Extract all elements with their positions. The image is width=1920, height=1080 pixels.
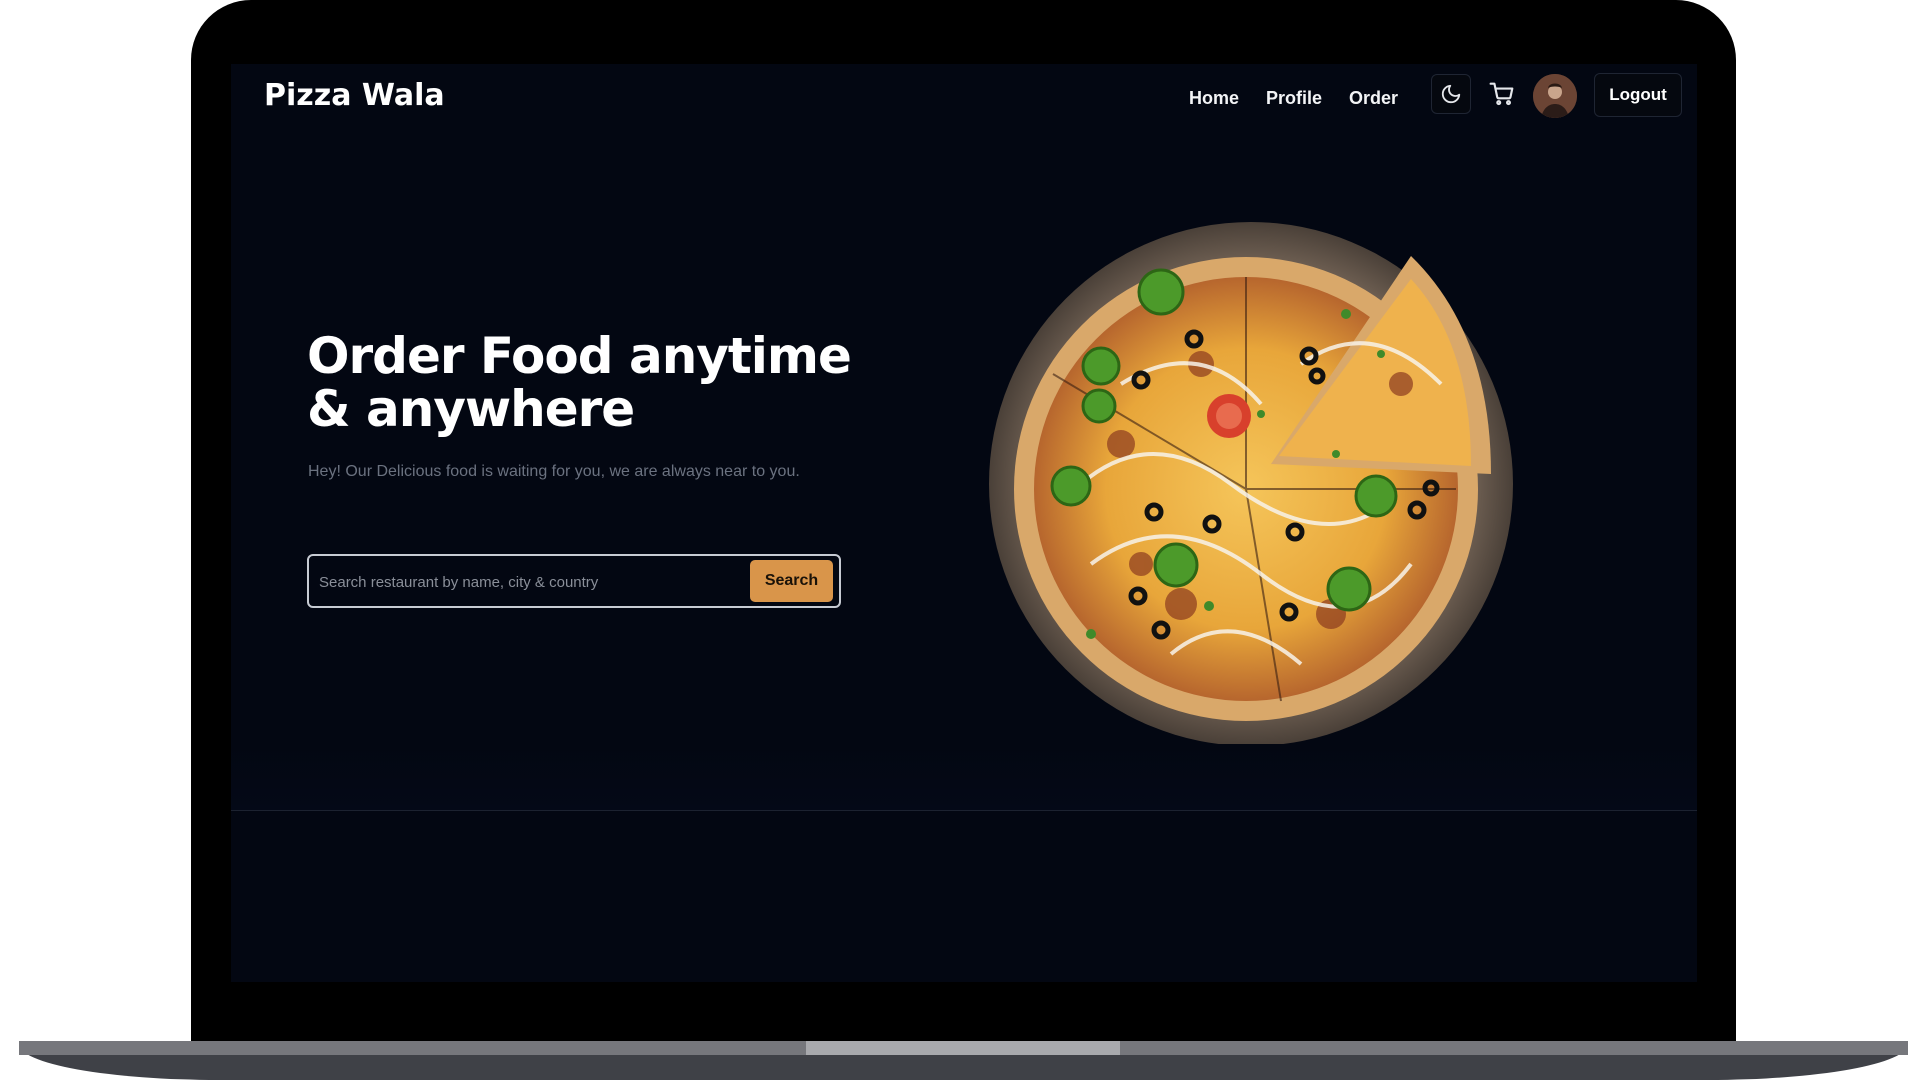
- navbar: Pizza Wala Home Profile Order Logout: [231, 64, 1697, 130]
- brand-logo[interactable]: Pizza Wala: [264, 78, 445, 113]
- app-screen: Pizza Wala Home Profile Order Logout Ord…: [231, 64, 1697, 982]
- cart-button[interactable]: [1482, 74, 1522, 114]
- lower-section: [231, 811, 1697, 982]
- theme-toggle-button[interactable]: [1431, 74, 1471, 114]
- nav-link-order[interactable]: Order: [1349, 88, 1398, 109]
- avatar-image: [1533, 74, 1577, 118]
- hero-subtitle: Hey! Our Delicious food is waiting for y…: [308, 463, 800, 480]
- cart-icon: [1489, 82, 1514, 106]
- laptop-base: [19, 1041, 1908, 1080]
- logout-button[interactable]: Logout: [1594, 73, 1682, 117]
- hero-title: Order Food anytime & anywhere: [307, 330, 927, 436]
- hero-bottom-band: [231, 744, 1697, 810]
- hero-title-line-2: & anywhere: [307, 380, 635, 438]
- search-input[interactable]: [319, 568, 739, 596]
- search-bar: Search: [307, 554, 841, 608]
- moon-icon: [1441, 84, 1461, 104]
- hero-title-line-1: Order Food anytime: [307, 327, 852, 385]
- laptop-base-notch: [806, 1041, 1120, 1055]
- pizza-illustration: [989, 222, 1513, 746]
- user-avatar[interactable]: [1533, 74, 1577, 118]
- search-button[interactable]: Search: [750, 560, 833, 602]
- pizza-image: [971, 184, 1531, 746]
- nav-link-profile[interactable]: Profile: [1266, 88, 1322, 109]
- nav-links: Home Profile Order: [1189, 88, 1425, 109]
- nav-link-home[interactable]: Home: [1189, 88, 1239, 109]
